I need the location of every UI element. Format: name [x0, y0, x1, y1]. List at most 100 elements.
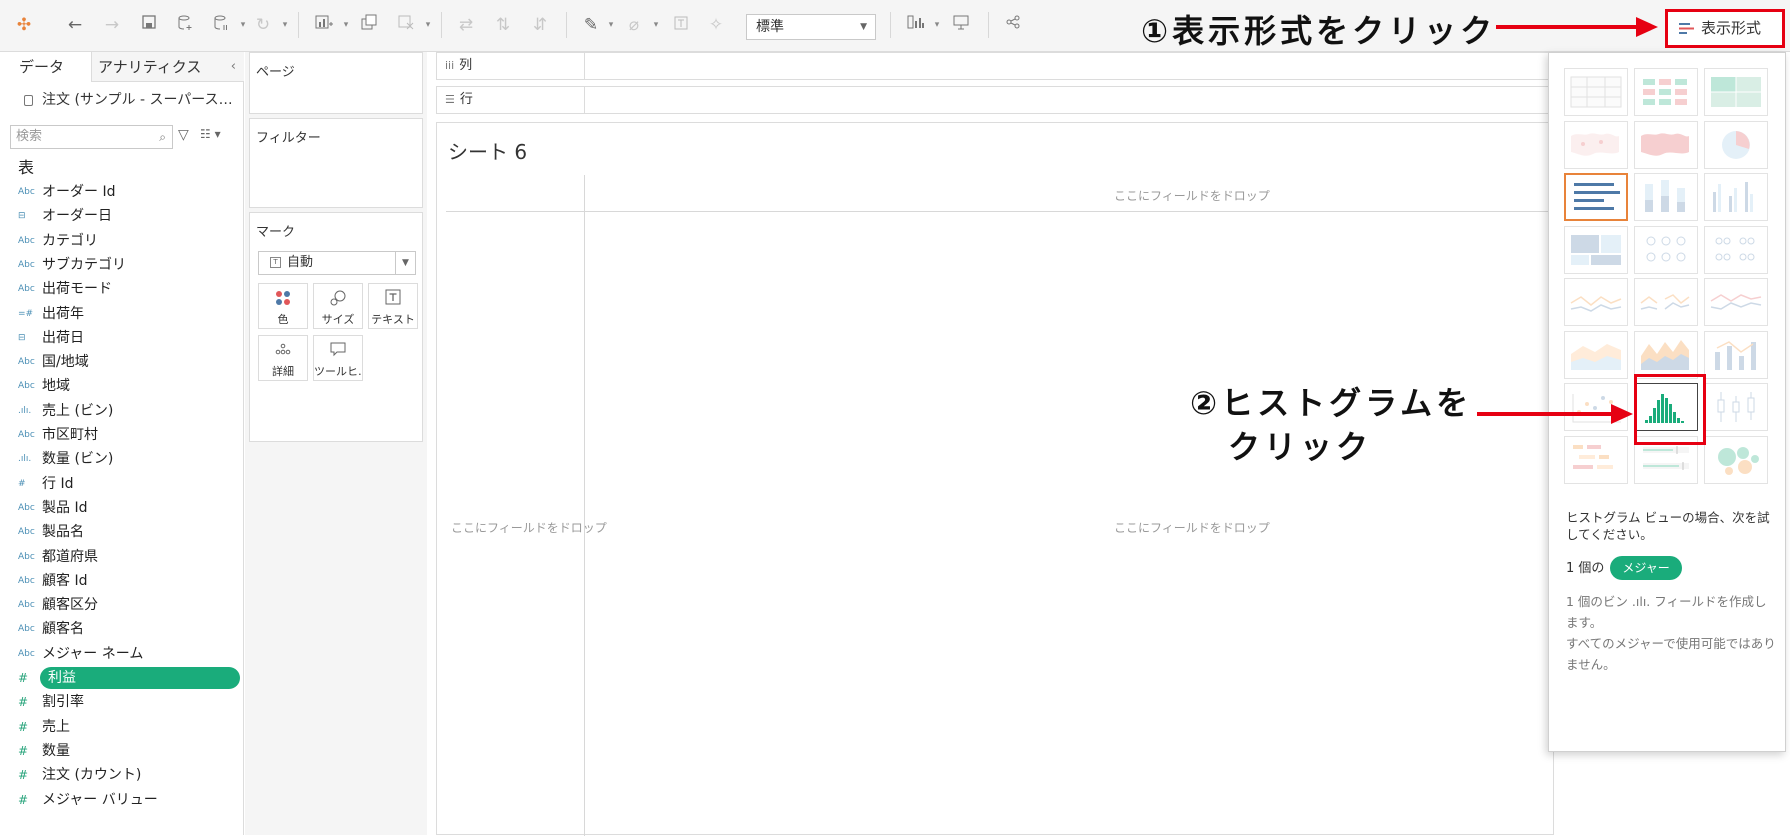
drop-zone-columns[interactable]: ここにフィールドをドロップ: [1114, 187, 1270, 204]
field-item[interactable]: =# 出荷年: [18, 303, 240, 325]
show-cards-dropdown-icon[interactable]: ▾: [932, 14, 942, 36]
duplicate-sheet-icon[interactable]: [358, 14, 380, 36]
sort-ascending-icon[interactable]: ⇅: [492, 14, 514, 36]
filter-icon[interactable]: ▽: [178, 127, 189, 143]
field-item[interactable]: Abc 顧客名: [18, 618, 240, 640]
new-datasource-icon[interactable]: [174, 14, 196, 36]
chart-type-pie-chart[interactable]: [1704, 120, 1768, 169]
sheet-title[interactable]: シート 6: [448, 136, 527, 165]
fit-select[interactable]: 標準 ▼: [746, 14, 876, 40]
field-item[interactable]: # 数量: [18, 740, 240, 762]
field-item[interactable]: Abc 市区町村: [18, 424, 240, 446]
save-icon[interactable]: [138, 14, 160, 36]
refresh-icon[interactable]: ↻: [252, 14, 274, 36]
field-item[interactable]: Abc 地域: [18, 375, 240, 397]
highlight-dropdown-icon[interactable]: ▾: [606, 14, 616, 36]
tab-analytics[interactable]: アナリティクス ‹: [92, 52, 244, 82]
tab-data[interactable]: データ: [0, 52, 92, 82]
chart-type-gantt-chart[interactable]: [1564, 435, 1628, 484]
chart-type-filled-map[interactable]: [1634, 120, 1698, 169]
chart-type-lines-continuous[interactable]: [1564, 278, 1628, 326]
field-name: 顧客区分: [42, 597, 98, 614]
rows-shelf[interactable]: ☰ 行: [436, 86, 1554, 114]
columns-shelf[interactable]: iii 列: [436, 52, 1554, 80]
chart-type-horizontal-bars[interactable]: [1564, 173, 1628, 221]
chart-type-packed-bubbles[interactable]: [1704, 435, 1768, 484]
chart-type-lines-discrete[interactable]: [1634, 278, 1698, 326]
field-item[interactable]: # 行 Id: [18, 473, 240, 495]
chart-type-circle-views[interactable]: [1634, 225, 1698, 274]
field-item[interactable]: Abc 出荷モード: [18, 278, 240, 300]
tableau-logo-icon[interactable]: ✣: [13, 14, 35, 36]
chart-type-dual-combination[interactable]: [1704, 330, 1768, 379]
clear-dropdown-icon[interactable]: ▾: [423, 14, 433, 36]
pin-axes-icon[interactable]: ✧: [705, 14, 727, 36]
chart-type-text-table[interactable]: [1564, 68, 1628, 116]
field-item[interactable]: .ılı. 売上 (ビン): [18, 400, 240, 422]
collapse-pane-icon[interactable]: ‹: [231, 52, 236, 82]
field-item[interactable]: Abc サブカテゴリ: [18, 254, 240, 276]
search-input[interactable]: 検索 ⌕: [10, 125, 173, 149]
pause-updates-icon[interactable]: [210, 14, 232, 36]
field-item[interactable]: Abc メジャー ネーム: [18, 643, 240, 665]
field-item[interactable]: Abc 顧客 Id: [18, 570, 240, 592]
sort-descending-icon[interactable]: ⇵: [529, 14, 551, 36]
tooltip-button[interactable]: ツールヒ…: [313, 335, 363, 381]
field-item[interactable]: Abc カテゴリ: [18, 230, 240, 252]
field-item[interactable]: Abc 製品名: [18, 521, 240, 543]
chart-type-area-discrete[interactable]: [1634, 330, 1698, 379]
field-item[interactable]: # メジャー バリュー: [18, 789, 240, 811]
field-item[interactable]: Abc オーダー Id: [18, 181, 240, 203]
field-item[interactable]: # 利益: [18, 667, 240, 689]
field-item[interactable]: .ılı. 数量 (ビン): [18, 448, 240, 470]
field-item[interactable]: # 売上: [18, 716, 240, 738]
text-button[interactable]: テキスト: [368, 283, 418, 329]
clear-sheet-icon[interactable]: [395, 14, 417, 36]
new-worksheet-icon[interactable]: [313, 14, 335, 36]
worksheet-view[interactable]: シート 6 ここにフィールドをドロップ ここにフィールドをドロップ ここにフィー…: [436, 122, 1555, 836]
share-icon[interactable]: [1002, 14, 1024, 36]
swap-rows-columns-icon[interactable]: ⇄: [455, 14, 477, 36]
chart-type-side-by-side-circles[interactable]: [1704, 225, 1768, 274]
datasource-item[interactable]: 注文 (サンプル - スーパース…: [0, 82, 244, 120]
chart-type-stacked-bars[interactable]: [1634, 173, 1698, 221]
toolbar-separator: [298, 12, 299, 38]
field-item[interactable]: Abc 顧客区分: [18, 594, 240, 616]
group-dropdown-icon[interactable]: ▾: [651, 14, 661, 36]
refresh-dropdown-icon[interactable]: ▾: [280, 14, 290, 36]
field-item[interactable]: Abc 国/地域: [18, 351, 240, 373]
marks-type-select[interactable]: T 自動 ▼: [258, 251, 416, 275]
chart-type-box-and-whisker[interactable]: [1704, 383, 1768, 431]
field-item[interactable]: Abc 製品 Id: [18, 497, 240, 519]
chart-type-symbol-map[interactable]: [1564, 120, 1628, 169]
drop-zone-view[interactable]: ここにフィールドをドロップ: [1114, 519, 1270, 536]
undo-icon[interactable]: ←: [64, 14, 86, 36]
presentation-mode-icon[interactable]: [950, 14, 972, 36]
pause-dropdown-icon[interactable]: ▾: [238, 14, 248, 36]
highlight-icon[interactable]: ✎: [580, 14, 602, 36]
new-worksheet-dropdown-icon[interactable]: ▾: [341, 14, 351, 36]
field-item[interactable]: # 割引率: [18, 691, 240, 713]
chart-type-dual-lines[interactable]: [1704, 278, 1768, 326]
field-item[interactable]: ⊟ 出荷日: [18, 327, 240, 349]
detail-button[interactable]: 詳細: [258, 335, 308, 381]
view-options-icon[interactable]: ☷ ▾: [200, 127, 221, 141]
chart-type-area-continuous[interactable]: [1564, 330, 1628, 379]
show-mark-labels-icon[interactable]: [670, 14, 692, 36]
chart-type-highlight-table[interactable]: [1704, 68, 1768, 116]
show-cards-icon[interactable]: [905, 14, 927, 36]
pages-card[interactable]: ページ: [249, 52, 423, 114]
drop-zone-rows[interactable]: ここにフィールドをドロップ: [451, 519, 607, 536]
field-item[interactable]: # 注文 (カウント): [18, 764, 240, 786]
field-item[interactable]: ⊟ オーダー日: [18, 205, 240, 227]
group-members-icon[interactable]: ⌀: [623, 14, 645, 36]
field-item[interactable]: Abc 都道府県: [18, 546, 240, 568]
filters-card[interactable]: フィルター: [249, 118, 423, 208]
redo-icon[interactable]: →: [101, 14, 123, 36]
chart-type-heat-map[interactable]: [1634, 68, 1698, 116]
show-me-button[interactable]: 表示形式: [1665, 9, 1785, 48]
chart-type-treemap[interactable]: [1564, 225, 1628, 274]
size-button[interactable]: サイズ: [313, 283, 363, 329]
color-button[interactable]: 色: [258, 283, 308, 329]
chart-type-side-by-side-bars[interactable]: [1704, 173, 1768, 221]
